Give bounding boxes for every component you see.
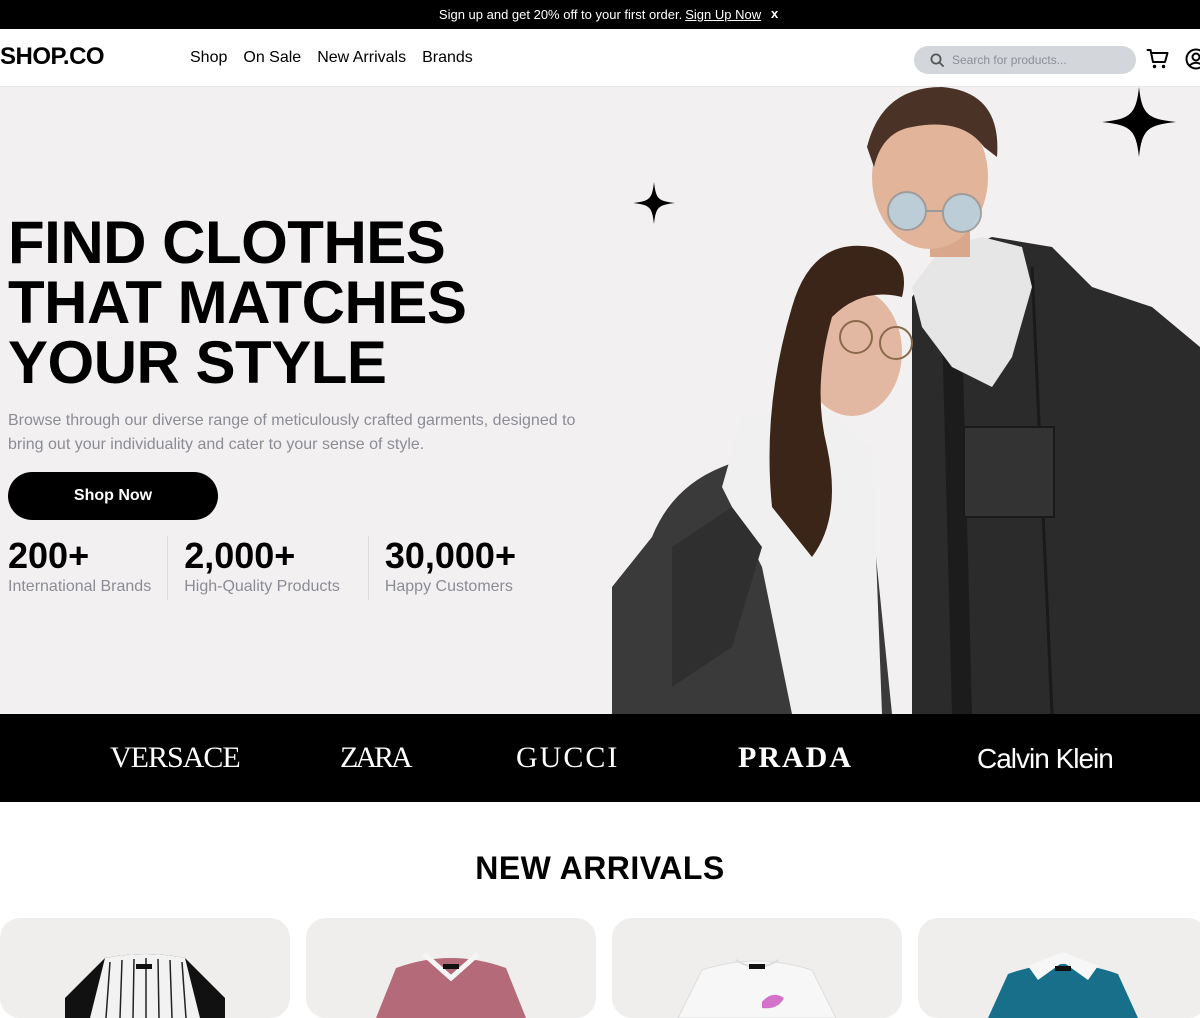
search-icon [930, 53, 944, 67]
brand-logo-zara[interactable]: ZARA [340, 741, 410, 775]
product-card[interactable] [918, 918, 1200, 1018]
site-logo[interactable]: SHOP.CO [0, 43, 104, 71]
announcement-bar: Sign up and get 20% off to your first or… [0, 0, 1200, 29]
new-arrivals-title: NEW ARRIVALS [0, 850, 1200, 887]
nav-brands[interactable]: Brands [422, 49, 473, 67]
hero-stats: 200+ International Brands 2,000+ High-Qu… [8, 536, 516, 600]
stat-customers: 30,000+ Happy Customers [385, 536, 516, 600]
account-icon[interactable] [1184, 47, 1200, 71]
brands-strip: VERSACE ZARA GUCCI PRADA Calvin Klein [0, 714, 1200, 802]
stat-label: International Brands [8, 578, 151, 596]
signup-link[interactable]: Sign Up Now [685, 7, 761, 22]
hero-title-line-2: THAT MATCHES [8, 273, 548, 333]
shop-now-button[interactable]: Shop Now [8, 472, 218, 520]
stat-label: High-Quality Products [184, 578, 340, 596]
announcement-text: Sign up and get 20% off to your first or… [439, 7, 682, 22]
hero-model-photo [612, 87, 1200, 714]
nav-new-arrivals[interactable]: New Arrivals [317, 49, 406, 67]
stat-products: 2,000+ High-Quality Products [184, 536, 368, 600]
hero-title-line-1: FIND CLOTHES [8, 213, 548, 273]
cart-icon[interactable] [1146, 47, 1170, 71]
search-bar[interactable] [914, 46, 1136, 74]
stat-value: 2,000+ [184, 536, 340, 576]
nav-on-sale[interactable]: On Sale [243, 49, 301, 67]
sparkle-icon [1102, 87, 1176, 157]
raglan-tshirt-image [0, 918, 290, 1018]
sparkle-icon [633, 182, 675, 224]
site-header: SHOP.CO Shop On Sale New Arrivals Brands [0, 29, 1200, 87]
brand-logo-prada[interactable]: PRADA [738, 741, 853, 775]
stat-divider [368, 536, 369, 600]
teal-polo-image [918, 918, 1200, 1018]
main-nav: Shop On Sale New Arrivals Brands [190, 49, 473, 67]
stat-label: Happy Customers [385, 578, 516, 596]
nav-shop[interactable]: Shop [190, 49, 227, 67]
white-graphic-tshirt-image [612, 918, 902, 1018]
product-card[interactable] [306, 918, 596, 1018]
hero-title: FIND CLOTHES THAT MATCHES YOUR STYLE [8, 213, 548, 393]
product-card[interactable] [612, 918, 902, 1018]
product-card[interactable] [0, 918, 290, 1018]
stat-value: 200+ [8, 536, 151, 576]
brand-logo-calvin-klein[interactable]: Calvin Klein [977, 743, 1113, 775]
hero-description: Browse through our diverse range of meti… [8, 409, 608, 457]
stat-value: 30,000+ [385, 536, 516, 576]
search-input[interactable] [952, 53, 1132, 67]
pink-polo-image [306, 918, 596, 1018]
stat-brands: 200+ International Brands [8, 536, 167, 600]
brand-logo-versace[interactable]: VERSACE [110, 741, 240, 775]
hero-title-line-3: YOUR STYLE [8, 333, 548, 393]
stat-divider [167, 536, 168, 600]
close-announcement-button[interactable]: x [771, 6, 778, 21]
hero-section: FIND CLOTHES THAT MATCHES YOUR STYLE Bro… [0, 87, 1200, 714]
brand-logo-gucci[interactable]: GUCCI [516, 741, 619, 775]
